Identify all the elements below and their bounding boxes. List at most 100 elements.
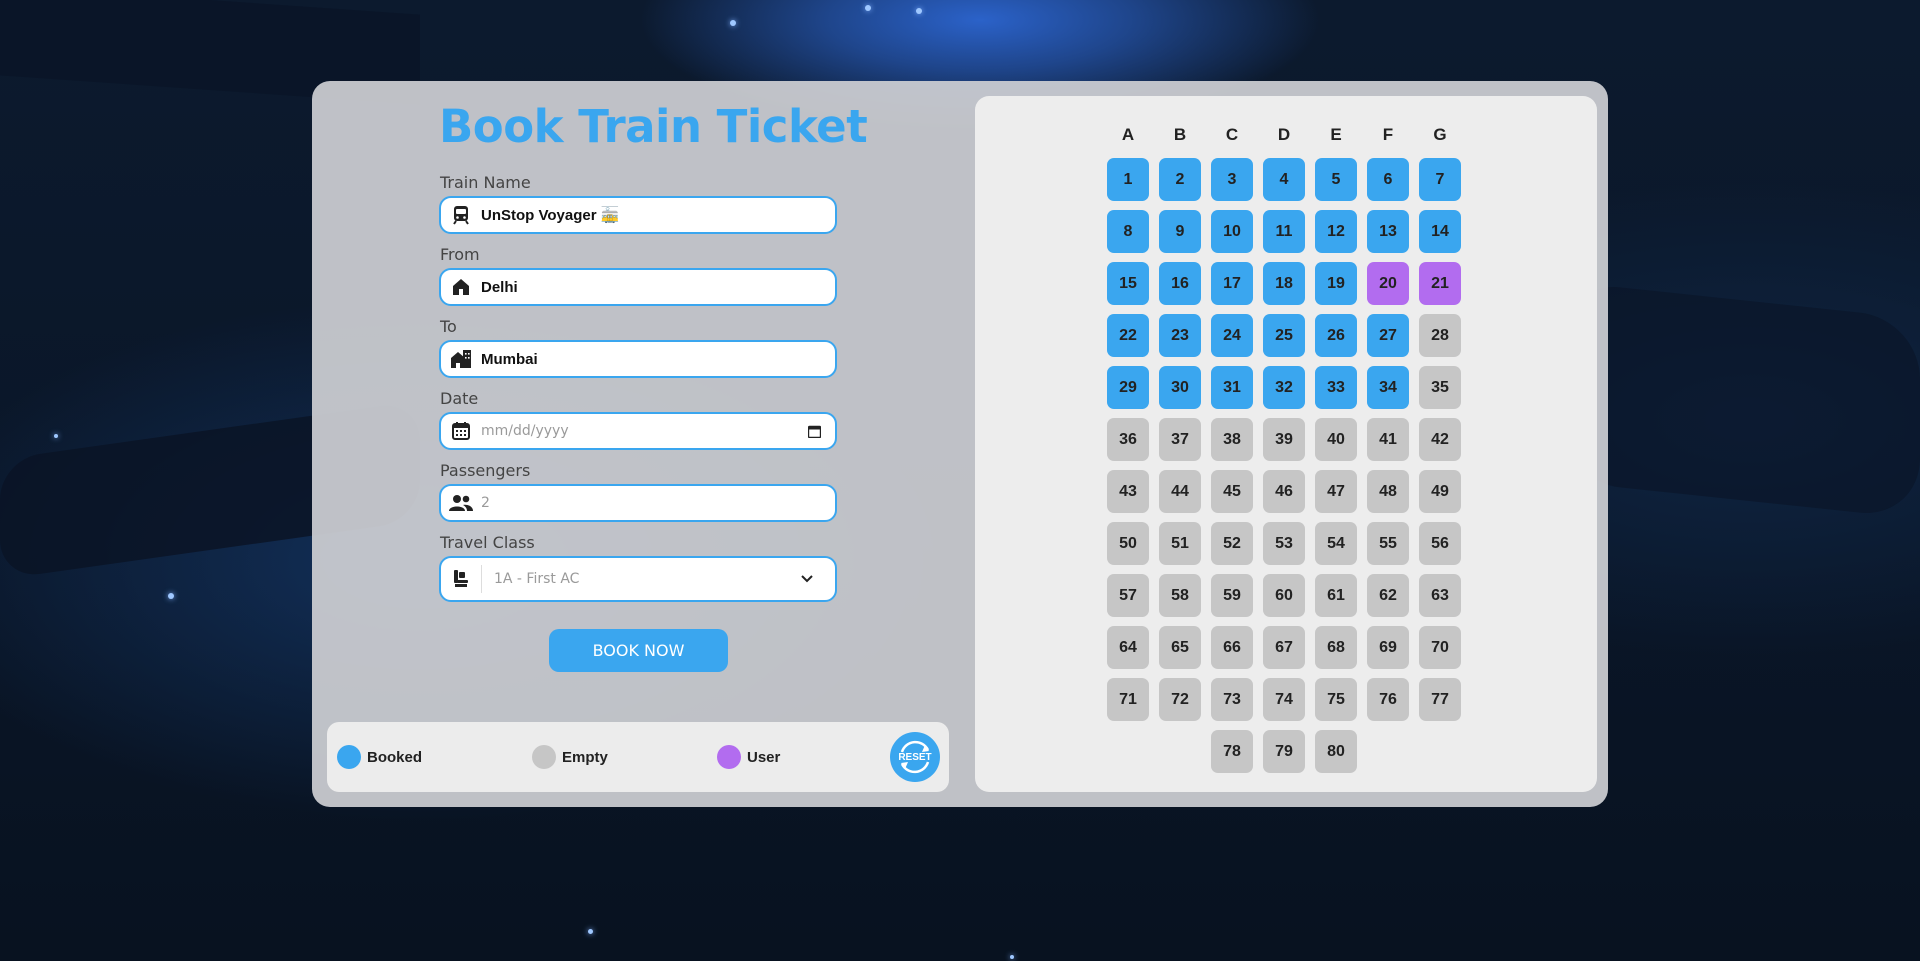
seat-68[interactable]: 68 — [1315, 626, 1357, 669]
seat-22[interactable]: 22 — [1107, 314, 1149, 357]
train-name-input[interactable]: UnStop Voyager 🚋 — [439, 196, 837, 234]
travel-class-select[interactable]: 1A - First AC — [439, 556, 837, 602]
seat-69[interactable]: 69 — [1367, 626, 1409, 669]
seat-19[interactable]: 19 — [1315, 262, 1357, 305]
reset-button[interactable]: RESET — [890, 732, 940, 782]
to-input[interactable]: Mumbai — [439, 340, 837, 378]
seat-40[interactable]: 40 — [1315, 418, 1357, 461]
seat-52[interactable]: 52 — [1211, 522, 1253, 565]
seat-18[interactable]: 18 — [1263, 262, 1305, 305]
seat-75[interactable]: 75 — [1315, 678, 1357, 721]
seat-67[interactable]: 67 — [1263, 626, 1305, 669]
seat-4[interactable]: 4 — [1263, 158, 1305, 201]
seat-58[interactable]: 58 — [1159, 574, 1201, 617]
seat-8[interactable]: 8 — [1107, 210, 1149, 253]
seat-27[interactable]: 27 — [1367, 314, 1409, 357]
seat-14[interactable]: 14 — [1419, 210, 1461, 253]
book-now-button[interactable]: BOOK NOW — [549, 629, 728, 672]
seat-72[interactable]: 72 — [1159, 678, 1201, 721]
seat-39[interactable]: 39 — [1263, 418, 1305, 461]
passengers-input[interactable]: 2 — [439, 484, 837, 522]
seat-66[interactable]: 66 — [1211, 626, 1253, 669]
seat-10[interactable]: 10 — [1211, 210, 1253, 253]
seat-64[interactable]: 64 — [1107, 626, 1149, 669]
seat-6[interactable]: 6 — [1367, 158, 1409, 201]
seat-37[interactable]: 37 — [1159, 418, 1201, 461]
seat-71[interactable]: 71 — [1107, 678, 1149, 721]
seat-74[interactable]: 74 — [1263, 678, 1305, 721]
seat-23[interactable]: 23 — [1159, 314, 1201, 357]
seat-15[interactable]: 15 — [1107, 262, 1149, 305]
seat-46[interactable]: 46 — [1263, 470, 1305, 513]
seat-31[interactable]: 31 — [1211, 366, 1253, 409]
seat-32[interactable]: 32 — [1263, 366, 1305, 409]
seat-3[interactable]: 3 — [1211, 158, 1253, 201]
seat-59[interactable]: 59 — [1211, 574, 1253, 617]
seat-44[interactable]: 44 — [1159, 470, 1201, 513]
seat-55[interactable]: 55 — [1367, 522, 1409, 565]
date-input[interactable]: mm/dd/yyyy — [439, 412, 837, 450]
seat-24[interactable]: 24 — [1211, 314, 1253, 357]
seat-78[interactable]: 78 — [1211, 730, 1253, 773]
seat-17[interactable]: 17 — [1211, 262, 1253, 305]
seat-50[interactable]: 50 — [1107, 522, 1149, 565]
seat-column-f: F — [1382, 125, 1394, 144]
seat-49[interactable]: 49 — [1419, 470, 1461, 513]
legend-empty: Empty — [532, 745, 608, 769]
seat-65[interactable]: 65 — [1159, 626, 1201, 669]
seat-16[interactable]: 16 — [1159, 262, 1201, 305]
seat-42[interactable]: 42 — [1419, 418, 1461, 461]
seat-38[interactable]: 38 — [1211, 418, 1253, 461]
seat-48[interactable]: 48 — [1367, 470, 1409, 513]
seat-57[interactable]: 57 — [1107, 574, 1149, 617]
seat-54[interactable]: 54 — [1315, 522, 1357, 565]
seat-62[interactable]: 62 — [1367, 574, 1409, 617]
seat-26[interactable]: 26 — [1315, 314, 1357, 357]
city-icon — [441, 349, 481, 369]
seat-30[interactable]: 30 — [1159, 366, 1201, 409]
seat-34[interactable]: 34 — [1367, 366, 1409, 409]
seat-25[interactable]: 25 — [1263, 314, 1305, 357]
seat-13[interactable]: 13 — [1367, 210, 1409, 253]
page-title: Book Train Ticket — [439, 100, 868, 153]
seat-47[interactable]: 47 — [1315, 470, 1357, 513]
background-mountain — [1560, 281, 1920, 519]
seat-7[interactable]: 7 — [1419, 158, 1461, 201]
seat-45[interactable]: 45 — [1211, 470, 1253, 513]
from-label: From — [440, 245, 480, 264]
seat-76[interactable]: 76 — [1367, 678, 1409, 721]
seat-79[interactable]: 79 — [1263, 730, 1305, 773]
seat-56[interactable]: 56 — [1419, 522, 1461, 565]
seat-29[interactable]: 29 — [1107, 366, 1149, 409]
seat-73[interactable]: 73 — [1211, 678, 1253, 721]
seat-1[interactable]: 1 — [1107, 158, 1149, 201]
seat-51[interactable]: 51 — [1159, 522, 1201, 565]
seat-53[interactable]: 53 — [1263, 522, 1305, 565]
date-picker-icon[interactable] — [808, 425, 821, 438]
seat-36[interactable]: 36 — [1107, 418, 1149, 461]
seat-60[interactable]: 60 — [1263, 574, 1305, 617]
seat-35[interactable]: 35 — [1419, 366, 1461, 409]
seat-11[interactable]: 11 — [1263, 210, 1305, 253]
seat-41[interactable]: 41 — [1367, 418, 1409, 461]
seat-33[interactable]: 33 — [1315, 366, 1357, 409]
seat-21[interactable]: 21 — [1419, 262, 1461, 305]
seat-63[interactable]: 63 — [1419, 574, 1461, 617]
booking-card: Book Train Ticket Train Name UnStop Voya… — [312, 81, 1608, 807]
seat-20[interactable]: 20 — [1367, 262, 1409, 305]
from-input[interactable]: Delhi — [439, 268, 837, 306]
seat-9[interactable]: 9 — [1159, 210, 1201, 253]
to-value: Mumbai — [481, 350, 538, 368]
seat-28[interactable]: 28 — [1419, 314, 1461, 357]
passengers-label: Passengers — [440, 461, 531, 480]
seat-61[interactable]: 61 — [1315, 574, 1357, 617]
seat-70[interactable]: 70 — [1419, 626, 1461, 669]
seat-12[interactable]: 12 — [1315, 210, 1357, 253]
seat-80[interactable]: 80 — [1315, 730, 1357, 773]
background-star — [916, 8, 922, 14]
legend-booked-label: Booked — [367, 748, 423, 766]
seat-5[interactable]: 5 — [1315, 158, 1357, 201]
seat-77[interactable]: 77 — [1419, 678, 1461, 721]
seat-43[interactable]: 43 — [1107, 470, 1149, 513]
seat-2[interactable]: 2 — [1159, 158, 1201, 201]
